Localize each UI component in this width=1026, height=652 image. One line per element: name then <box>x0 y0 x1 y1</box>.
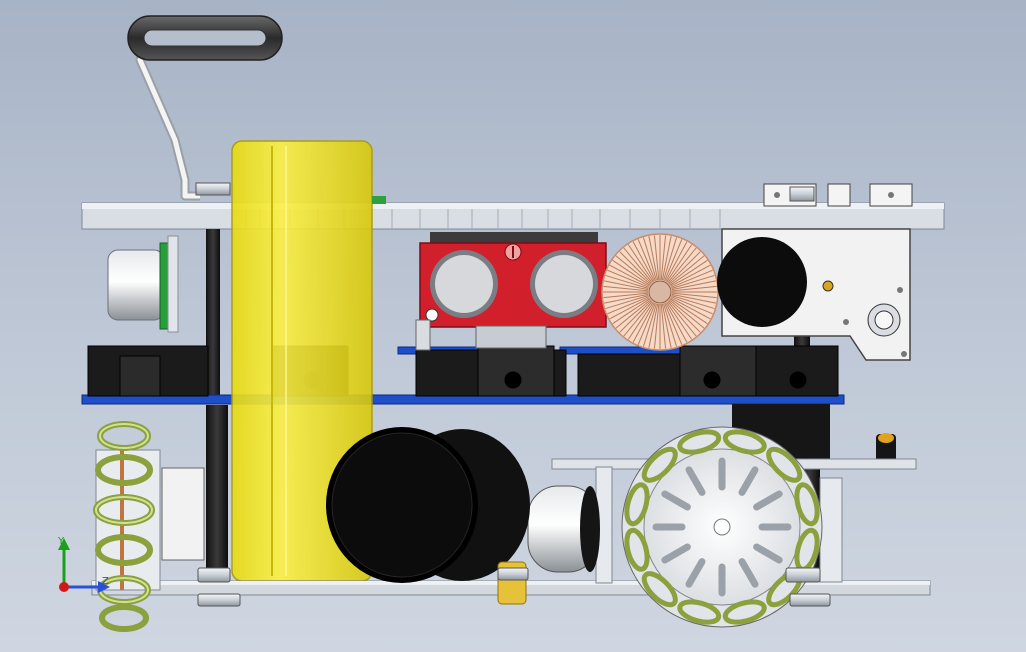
z-axis-label: Z <box>102 576 109 587</box>
sensor-housings <box>87 345 839 397</box>
left-omni-wheel <box>93 421 205 632</box>
ultrasonic-sensor <box>415 232 607 351</box>
toroid-coil <box>601 233 719 351</box>
cad-viewport[interactable]: Y Z <box>0 0 1026 652</box>
y-axis-label: Y <box>57 536 65 547</box>
top-acrylic-plate <box>81 202 945 230</box>
speaker-module <box>107 235 179 333</box>
robot-assembly-side-view: Y Z <box>57 15 945 632</box>
